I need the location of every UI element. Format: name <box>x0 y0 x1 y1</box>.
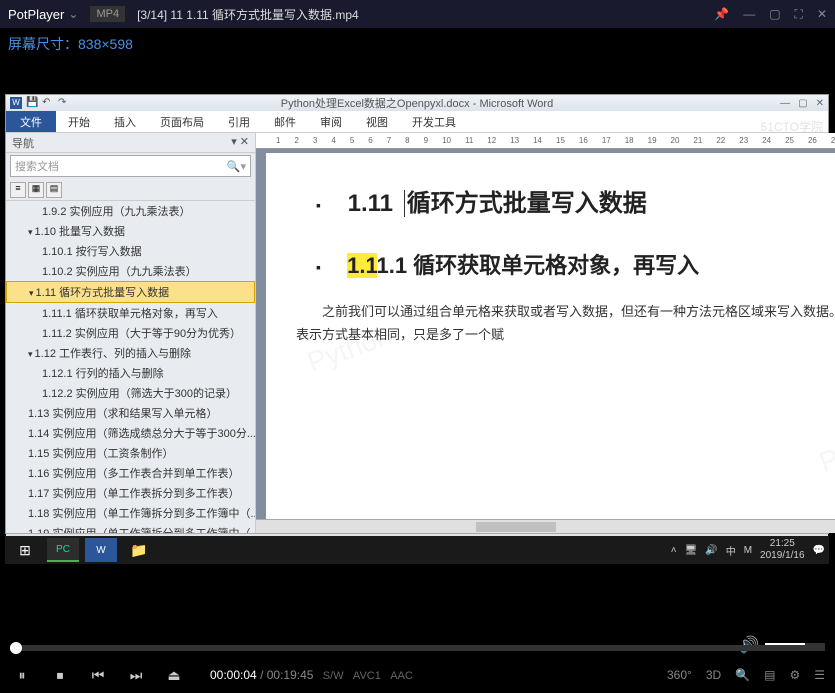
tab-mail[interactable]: 邮件 <box>262 114 308 130</box>
maximize-icon[interactable]: ▢ <box>769 7 780 22</box>
start-button[interactable]: ⊞ <box>9 538 41 562</box>
nav-item[interactable]: 1.15 实例应用（工资条制作） <box>6 443 255 463</box>
player-name[interactable]: PotPlayer <box>8 7 64 22</box>
word-minimize-icon[interactable]: — <box>780 98 790 109</box>
nav-item[interactable]: 1.10.1 按行写入数据 <box>6 241 255 261</box>
tab-home[interactable]: 开始 <box>56 114 102 130</box>
taskbar-explorer[interactable]: 📁 <box>123 538 155 562</box>
eject-button[interactable]: ⏏ <box>162 663 186 687</box>
nav-item[interactable]: 1.14 实例应用（筛选成绩总分大于等于300分... <box>6 423 255 443</box>
clock[interactable]: 21:25 2019/1/16 <box>760 538 805 562</box>
nav-item[interactable]: 1.9.2 实例应用（九九乘法表） <box>6 201 255 221</box>
vr-button[interactable]: 360° <box>667 668 692 682</box>
video-title: [3/14] 11 1.11 循环方式批量写入数据.mp4 <box>137 6 359 23</box>
heading-2: ▪ 1.11.1 循环获取单元格对象，再写入 <box>316 248 835 280</box>
ruler[interactable]: 1234567891011121314151617181920212223242… <box>256 133 835 149</box>
screen-size-info: 屏幕尺寸：838×598 <box>0 28 835 60</box>
word-close-icon[interactable]: ✕ <box>816 98 824 109</box>
nav-item[interactable]: 1.12 工作表行、列的插入与删除 <box>6 343 255 363</box>
nav-item[interactable]: 1.19 实例应用（单工作簿拆分到多工作簿中（... <box>6 523 255 533</box>
word-app-icon: W <box>10 97 22 109</box>
settings-icon[interactable]: ⚙ <box>789 668 800 682</box>
search-icon[interactable]: 🔍▾ <box>227 160 246 173</box>
fullscreen-icon[interactable]: ⛶ <box>795 7 803 22</box>
system-tray[interactable]: ˄ 🖥 🔊 中 M 21:25 2019/1/16 💬 <box>671 538 825 562</box>
horizontal-scrollbar[interactable] <box>256 519 835 533</box>
pause-button[interactable]: ⏸ <box>10 663 34 687</box>
nav-search-input[interactable]: 搜索文档 🔍▾ <box>10 155 251 177</box>
tray-up-icon[interactable]: ˄ <box>671 545 677 556</box>
nav-item[interactable]: 1.11.1 循环获取单元格对象，再写入 <box>6 303 255 323</box>
nav-item[interactable]: 1.10 批量写入数据 <box>6 221 255 241</box>
ime-icon[interactable]: 中 <box>726 543 736 558</box>
nav-item[interactable]: 1.12.1 行列的插入与删除 <box>6 363 255 383</box>
tab-insert[interactable]: 插入 <box>102 114 148 130</box>
next-button[interactable]: ⏭ <box>124 663 148 687</box>
heading-1: ▪ 1.11 循环方式批量写入数据 <box>316 183 835 218</box>
nav-item[interactable]: 1.16 实例应用（多工作表合并到单工作表） <box>6 463 255 483</box>
tab-ref[interactable]: 引用 <box>216 114 262 130</box>
nav-item[interactable]: 1.11 循环方式批量写入数据 <box>6 281 255 303</box>
stop-button[interactable]: ⏹ <box>48 663 72 687</box>
progress-bar[interactable] <box>10 645 825 651</box>
nav-close-icon[interactable]: ▾ ✕ <box>231 135 249 150</box>
nav-view-headings-icon[interactable]: ≡ <box>10 182 26 198</box>
save-icon[interactable]: 💾 <box>26 97 38 109</box>
nav-item[interactable]: 1.17 实例应用（单工作表拆分到多工作表） <box>6 483 255 503</box>
subtitle-icon[interactable]: ▤ <box>764 668 775 682</box>
paragraph: 之前我们可以通过组合单元格来获取或者写入数据，但还有一种方法元格区域来写入数据。… <box>296 300 835 347</box>
nav-item[interactable]: 1.11.2 实例应用（大于等于90分为优秀） <box>6 323 255 343</box>
document-page[interactable]: Python Python Python ▪ 1.11 循环方式批量写入数据 ▪… <box>266 153 835 519</box>
prev-button[interactable]: ⏮ <box>86 663 110 687</box>
document-area: 1234567891011121314151617181920212223242… <box>256 133 835 533</box>
taskbar: ⊞ PC W 📁 ˄ 🖥 🔊 中 M 21:25 2019/1/16 💬 <box>5 536 829 564</box>
redo-icon[interactable]: ↷ <box>58 97 70 109</box>
tab-layout[interactable]: 页面布局 <box>148 114 216 130</box>
playlist-search-icon[interactable]: 🔍 <box>735 668 750 682</box>
player-titlebar: PotPlayer ⌄ MP4 [3/14] 11 1.11 循环方式批量写入数… <box>0 0 835 28</box>
progress-thumb[interactable] <box>10 642 22 654</box>
tab-view[interactable]: 视图 <box>354 114 400 130</box>
word-title: Python处理Excel数据之Openpyxl.docx - Microsof… <box>281 95 553 111</box>
nav-title: 导航 <box>12 135 34 150</box>
taskbar-pycharm[interactable]: PC <box>47 538 79 562</box>
word-window: W 💾 ↶ ↷ Python处理Excel数据之Openpyxl.docx - … <box>5 94 829 534</box>
nav-view-results-icon[interactable]: ▤ <box>46 182 62 198</box>
pin-icon[interactable]: 📌 <box>714 7 729 22</box>
ime-mode[interactable]: M <box>744 545 752 556</box>
nav-view-pages-icon[interactable]: ▦ <box>28 182 44 198</box>
word-titlebar: W 💾 ↶ ↷ Python处理Excel数据之Openpyxl.docx - … <box>6 95 828 111</box>
corner-watermark: 51CTO学院 <box>761 118 823 135</box>
ribbon-tabs: 文件 开始 插入 页面布局 引用 邮件 审阅 视图 开发工具 <box>6 111 828 133</box>
player-dropdown-icon[interactable]: ⌄ <box>68 7 78 21</box>
tab-review[interactable]: 审阅 <box>308 114 354 130</box>
tag-avc: AVC1 <box>353 670 381 682</box>
nav-item[interactable]: 1.13 实例应用（求和结果写入单元格） <box>6 403 255 423</box>
player-controls: 🔊 ⏸ ⏹ ⏮ ⏭ ⏏ 00:00:04 / 00:19:45 S/W AVC1… <box>0 639 835 693</box>
tab-file[interactable]: 文件 <box>6 111 56 132</box>
undo-icon[interactable]: ↶ <box>42 97 54 109</box>
menu-icon[interactable]: ☰ <box>814 668 825 682</box>
format-badge: MP4 <box>90 6 125 22</box>
notification-icon[interactable]: 💬 <box>813 545 825 556</box>
nav-item[interactable]: 1.18 实例应用（单工作簿拆分到多工作簿中（... <box>6 503 255 523</box>
nav-item[interactable]: 1.10.2 实例应用（九九乘法表） <box>6 261 255 281</box>
nav-items-list[interactable]: 1.9.2 实例应用（九九乘法表）1.10 批量写入数据1.10.1 按行写入数… <box>6 201 255 533</box>
taskbar-word[interactable]: W <box>85 538 117 562</box>
tag-sw: S/W <box>323 670 344 682</box>
word-maximize-icon[interactable]: ▢ <box>798 98 807 109</box>
minimize-icon[interactable]: — <box>743 7 755 22</box>
3d-button[interactable]: 3D <box>706 668 721 682</box>
network-icon[interactable]: 🖥 <box>685 545 698 556</box>
navigation-pane: 导航 ▾ ✕ 搜索文档 🔍▾ ≡ ▦ ▤ 1.9.2 实例应用（九九乘法表）1.… <box>6 133 256 533</box>
tab-dev[interactable]: 开发工具 <box>400 114 468 130</box>
close-icon[interactable]: ✕ <box>817 7 827 22</box>
nav-item[interactable]: 1.12.2 实例应用（筛选大于300的记录） <box>6 383 255 403</box>
tag-aac: AAC <box>390 670 413 682</box>
time-display: 00:00:04 / 00:19:45 S/W AVC1 AAC <box>210 668 413 682</box>
volume-icon[interactable]: 🔊 <box>705 545 717 556</box>
